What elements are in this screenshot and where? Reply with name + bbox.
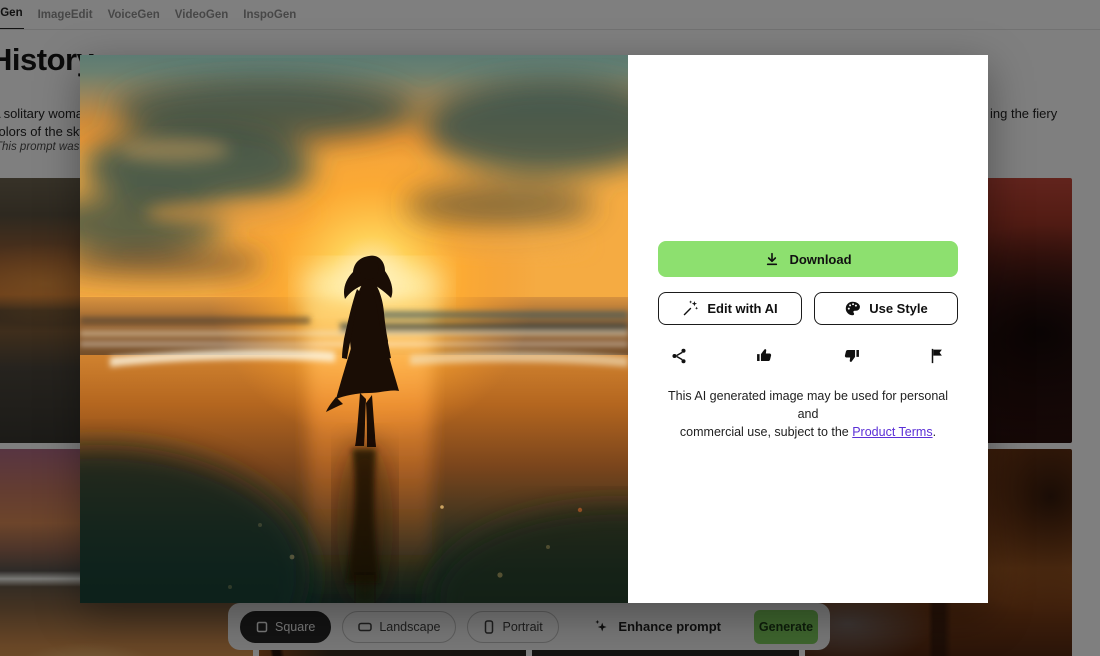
secondary-actions: Edit with AI Use Style (658, 292, 958, 325)
sunset-beach-image (80, 55, 628, 603)
edit-with-ai-label: Edit with AI (707, 301, 777, 316)
disclaimer-line1: This AI generated image may be used for … (668, 389, 948, 421)
product-terms-link[interactable]: Product Terms (852, 425, 932, 439)
share-icon[interactable] (670, 347, 688, 365)
thumbs-up-icon[interactable] (755, 346, 774, 365)
use-style-button[interactable]: Use Style (814, 292, 958, 325)
download-icon (764, 251, 780, 267)
edit-with-ai-button[interactable]: Edit with AI (658, 292, 802, 325)
download-button[interactable]: Download (658, 241, 958, 277)
usage-disclaimer: This AI generated image may be used for … (658, 387, 958, 441)
image-actions-panel: Download Edit with AI Use Style This (628, 55, 988, 603)
thumbs-down-icon[interactable] (842, 346, 861, 365)
magic-wand-icon (682, 300, 699, 317)
image-detail-modal: Download Edit with AI Use Style This (80, 55, 988, 603)
disclaimer-period: . (933, 425, 936, 439)
download-label: Download (789, 252, 851, 267)
generated-image-preview[interactable] (80, 55, 628, 603)
flag-icon[interactable] (928, 347, 946, 365)
use-style-label: Use Style (869, 301, 928, 316)
feedback-actions (658, 346, 958, 365)
disclaimer-line2: commercial use, subject to the (680, 425, 852, 439)
palette-icon (844, 300, 861, 317)
imagegen-history-page: ImageGen ImageEdit VoiceGen VideoGen Ins… (0, 0, 1100, 656)
